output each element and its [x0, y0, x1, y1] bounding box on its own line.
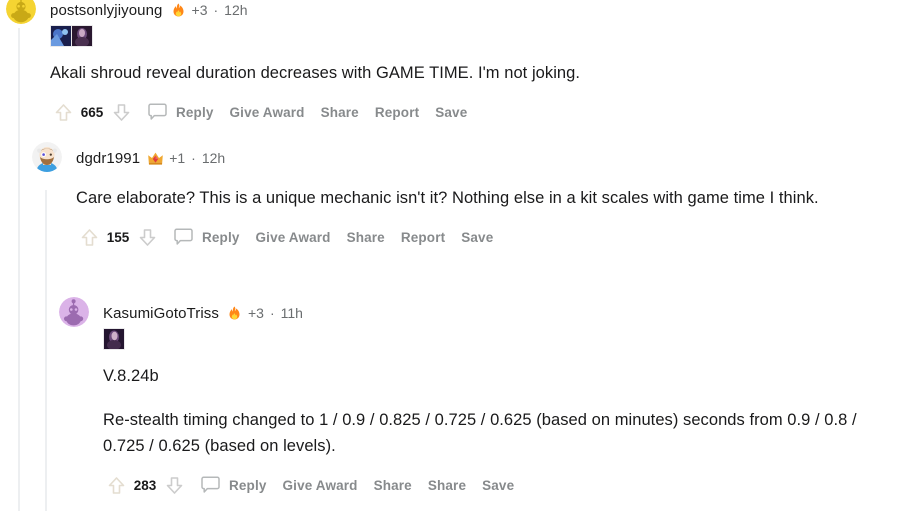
- comment-meta: KasumiGotoTriss +3 · 11h: [103, 303, 303, 323]
- fire-award-icon[interactable]: [226, 305, 243, 322]
- upvote-arrow-icon[interactable]: [78, 226, 100, 248]
- award-thumbnail-strip[interactable]: [50, 25, 93, 47]
- reply-button[interactable]: Reply: [174, 105, 222, 120]
- comment-paragraph: Re-stealth timing changed to 1 / 0.9 / 0…: [103, 411, 857, 455]
- award-thumbnail-strip[interactable]: [103, 328, 125, 350]
- comment-header: dgdr1991 +1 · 12h: [32, 142, 910, 172]
- share-button[interactable]: Share: [313, 105, 367, 120]
- award-count: +3: [191, 2, 208, 18]
- avatar[interactable]: [32, 142, 62, 172]
- comment-author-username[interactable]: postsonlyjiyoung: [50, 2, 163, 19]
- comment-header: KasumiGotoTriss +3 · 11h: [59, 297, 910, 327]
- award-count: +3: [247, 305, 264, 321]
- comment-paragraph: Care elaborate? This is a unique mechani…: [76, 189, 819, 207]
- report-button[interactable]: Report: [367, 105, 427, 120]
- upvote-arrow-icon[interactable]: [52, 101, 74, 123]
- comment-paragraph: V.8.24b: [103, 367, 159, 385]
- avatar[interactable]: [6, 0, 36, 24]
- comment-bubble-icon[interactable]: [199, 474, 221, 496]
- comment-item: postsonlyjiyoung +3 · 12h Akali shroud r…: [6, 0, 896, 126]
- comment-body: Akali shroud reveal duration decreases w…: [50, 60, 840, 86]
- comment-header: postsonlyjiyoung +3 · 12h: [6, 0, 896, 24]
- award-count: +1: [169, 150, 186, 166]
- upvote-arrow-icon[interactable]: [105, 474, 127, 496]
- comment-author-username[interactable]: KasumiGotoTriss: [103, 305, 219, 322]
- comment-score: 283: [133, 477, 157, 493]
- report-button[interactable]: Share: [420, 478, 474, 493]
- give-award-button[interactable]: Give Award: [222, 105, 313, 120]
- reply-button[interactable]: Reply: [227, 478, 275, 493]
- comment-meta: postsonlyjiyoung +3 · 12h: [50, 0, 248, 20]
- vote-group: 665: [52, 101, 132, 123]
- comment-meta: dgdr1991 +1 · 12h: [76, 148, 225, 168]
- comment-bubble-icon[interactable]: [146, 101, 168, 123]
- save-button[interactable]: Save: [474, 478, 522, 493]
- fire-award-icon[interactable]: [170, 2, 187, 19]
- give-award-button[interactable]: Give Award: [248, 230, 339, 245]
- downvote-arrow-icon[interactable]: [110, 101, 132, 123]
- comment-item: KasumiGotoTriss +3 · 11h V.8.24b Re-stea…: [6, 297, 910, 499]
- award-thumbnail-purple[interactable]: [72, 26, 92, 46]
- comment-score: 665: [80, 104, 104, 120]
- comment-paragraph: Akali shroud reveal duration decreases w…: [50, 64, 580, 82]
- save-button[interactable]: Save: [453, 230, 501, 245]
- vote-group: 283: [105, 474, 185, 496]
- downvote-arrow-icon[interactable]: [163, 474, 185, 496]
- comment-bubble-icon[interactable]: [172, 226, 194, 248]
- comment-timestamp: 12h: [224, 2, 248, 18]
- report-button[interactable]: Report: [393, 230, 453, 245]
- vote-group: 155: [78, 226, 158, 248]
- comment-item: dgdr1991 +1 · 12h Care elaborate? This i…: [6, 142, 910, 251]
- comment-body: Care elaborate? This is a unique mechani…: [76, 185, 866, 211]
- share-button[interactable]: Share: [366, 478, 420, 493]
- comment-timestamp: 11h: [280, 305, 303, 321]
- gem-crown-award-icon[interactable]: [147, 150, 164, 167]
- award-thumbnail-blue[interactable]: [51, 26, 71, 46]
- downvote-arrow-icon[interactable]: [136, 226, 158, 248]
- comment-timestamp: 12h: [201, 150, 226, 166]
- comment-body: V.8.24b Re-stealth timing changed to 1 /…: [103, 363, 893, 459]
- reply-button[interactable]: Reply: [200, 230, 248, 245]
- comment-action-bar: 283 Reply Give Award Share Share Save: [105, 471, 910, 499]
- meta-separator: ·: [213, 2, 219, 18]
- meta-separator: ·: [191, 150, 196, 166]
- comment-action-bar: 665 Reply Give Award Share Report Save: [52, 98, 896, 126]
- comment-action-bar: 155 Reply Give Award Share Report Save: [78, 223, 910, 251]
- award-thumbnail-purple[interactable]: [104, 329, 124, 349]
- comment-score: 155: [106, 229, 130, 245]
- avatar[interactable]: [59, 297, 89, 327]
- give-award-button[interactable]: Give Award: [275, 478, 366, 493]
- save-button[interactable]: Save: [427, 105, 475, 120]
- meta-separator: ·: [269, 305, 275, 321]
- comment-author-username[interactable]: dgdr1991: [76, 150, 140, 167]
- share-button[interactable]: Share: [339, 230, 393, 245]
